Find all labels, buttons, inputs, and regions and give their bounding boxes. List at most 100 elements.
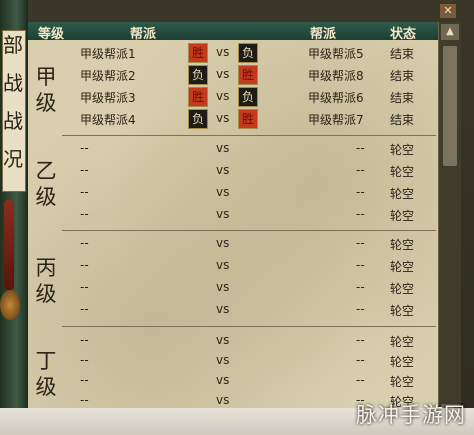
match-status: 轮空 <box>390 335 415 349</box>
match-row[interactable]: -- vs -- 轮空 <box>28 182 438 202</box>
left-result-badge: 胜 <box>188 87 208 107</box>
left-faction: -- <box>80 207 89 221</box>
match-row[interactable]: -- vs -- 轮空 <box>28 277 438 297</box>
vs-label: vs <box>216 111 230 125</box>
scroll-up-button[interactable]: ▲ <box>441 24 459 40</box>
right-faction: 甲级帮派7 <box>308 113 364 127</box>
section-divider <box>62 326 436 327</box>
vs-label: vs <box>216 67 230 81</box>
vs-label: vs <box>216 89 230 103</box>
vs-label: vs <box>216 141 230 155</box>
vs-label: vs <box>216 373 230 387</box>
match-status: 轮空 <box>390 238 415 252</box>
left-result-badge: 胜 <box>188 43 208 63</box>
left-faction: -- <box>80 258 89 272</box>
side-banner-char: 况 <box>3 147 23 171</box>
right-faction: -- <box>356 373 365 387</box>
left-faction: 甲级帮派4 <box>80 113 136 127</box>
right-faction: -- <box>356 236 365 250</box>
match-status: 轮空 <box>390 375 415 389</box>
right-result-badge: 负 <box>238 43 258 63</box>
match-status: 轮空 <box>390 304 415 318</box>
right-faction: -- <box>356 333 365 347</box>
match-row[interactable]: -- vs -- 轮空 <box>28 330 438 350</box>
section-divider <box>62 135 436 136</box>
match-row[interactable]: -- vs -- 轮空 <box>28 299 438 319</box>
vs-label: vs <box>216 185 230 199</box>
side-banner-char: 战 <box>3 71 23 95</box>
match-row[interactable]: 甲级帮派3 胜 vs 负 甲级帮派6 结束 <box>28 86 438 107</box>
match-row[interactable]: 甲级帮派4 负 vs 胜 甲级帮派7 结束 <box>28 108 438 129</box>
right-faction: -- <box>356 280 365 294</box>
side-banner-char: 部 <box>3 33 23 57</box>
right-faction: -- <box>356 207 365 221</box>
right-faction: -- <box>356 185 365 199</box>
side-banner-char: 战 <box>3 109 23 133</box>
right-result-badge: 胜 <box>238 109 258 129</box>
match-row[interactable]: -- vs -- 轮空 <box>28 160 438 180</box>
scrollbar[interactable]: ▲ ▼ <box>438 22 461 422</box>
right-faction: -- <box>356 258 365 272</box>
match-status: 轮空 <box>390 209 415 223</box>
vs-label: vs <box>216 393 230 407</box>
vs-label: vs <box>216 258 230 272</box>
left-faction: -- <box>80 302 89 316</box>
match-row[interactable]: -- vs -- 轮空 <box>28 233 438 253</box>
vs-label: vs <box>216 45 230 59</box>
left-faction: 甲级帮派2 <box>80 69 136 83</box>
left-faction: -- <box>80 333 89 347</box>
vs-label: vs <box>216 333 230 347</box>
side-banner: 部 战 战 况 <box>0 0 28 410</box>
vs-label: vs <box>216 163 230 177</box>
match-row[interactable]: -- vs -- 轮空 <box>28 370 438 390</box>
left-faction: -- <box>80 393 89 407</box>
table-header: 等级 帮派 帮派 状态 <box>28 22 438 42</box>
vs-label: vs <box>216 353 230 367</box>
left-faction: 甲级帮派3 <box>80 91 136 105</box>
left-faction: -- <box>80 163 89 177</box>
left-faction: -- <box>80 353 89 367</box>
header-grade: 等级 <box>38 27 65 42</box>
match-status: 结束 <box>390 91 415 105</box>
grade-section-yi: 乙 级 -- vs -- 轮空 -- vs -- 轮空 -- vs -- 轮空 … <box>28 138 438 230</box>
close-icon: ✕ <box>443 4 453 17</box>
vs-label: vs <box>216 280 230 294</box>
vs-label: vs <box>216 302 230 316</box>
match-row[interactable]: 甲级帮派1 胜 vs 负 甲级帮派5 结束 <box>28 42 438 63</box>
right-result-badge: 负 <box>238 87 258 107</box>
left-faction: -- <box>80 185 89 199</box>
match-status: 结束 <box>390 69 415 83</box>
close-button[interactable]: ✕ <box>440 4 456 18</box>
match-row[interactable]: 甲级帮派2 负 vs 胜 甲级帮派8 结束 <box>28 64 438 85</box>
right-faction: -- <box>356 302 365 316</box>
match-row[interactable]: -- vs -- 轮空 <box>28 204 438 224</box>
match-status: 轮空 <box>390 260 415 274</box>
section-divider <box>62 230 436 231</box>
grade-section-jia: 甲 级 甲级帮派1 胜 vs 负 甲级帮派5 结束 甲级帮派2 负 vs 胜 甲… <box>28 42 438 134</box>
grade-section-ding: 丁 级 -- vs -- 轮空 -- vs -- 轮空 -- vs -- 轮空 … <box>28 330 438 410</box>
match-status: 轮空 <box>390 282 415 296</box>
match-status: 轮空 <box>390 355 415 369</box>
right-result-badge: 胜 <box>238 65 258 85</box>
left-faction: 甲级帮派1 <box>80 47 136 61</box>
right-faction: 甲级帮派6 <box>308 91 364 105</box>
watermark: 脉冲手游网 <box>356 403 466 427</box>
tassel-ornament <box>4 200 14 290</box>
knot-ornament <box>0 290 20 320</box>
header-status: 状态 <box>390 27 417 42</box>
header-faction-left: 帮派 <box>130 27 157 42</box>
match-status: 轮空 <box>390 187 415 201</box>
match-row[interactable]: -- vs -- 轮空 <box>28 255 438 275</box>
match-row[interactable]: -- vs -- 轮空 <box>28 138 438 158</box>
scroll-thumb[interactable] <box>443 46 457 166</box>
match-status: 结束 <box>390 113 415 127</box>
right-faction: 甲级帮派5 <box>308 47 364 61</box>
match-status: 轮空 <box>390 165 415 179</box>
left-faction: -- <box>80 373 89 387</box>
right-faction: -- <box>356 353 365 367</box>
vs-label: vs <box>216 236 230 250</box>
grade-section-bing: 丙 级 -- vs -- 轮空 -- vs -- 轮空 -- vs -- 轮空 … <box>28 233 438 325</box>
match-row[interactable]: -- vs -- 轮空 <box>28 350 438 370</box>
left-faction: -- <box>80 141 89 155</box>
match-status: 结束 <box>390 47 415 61</box>
